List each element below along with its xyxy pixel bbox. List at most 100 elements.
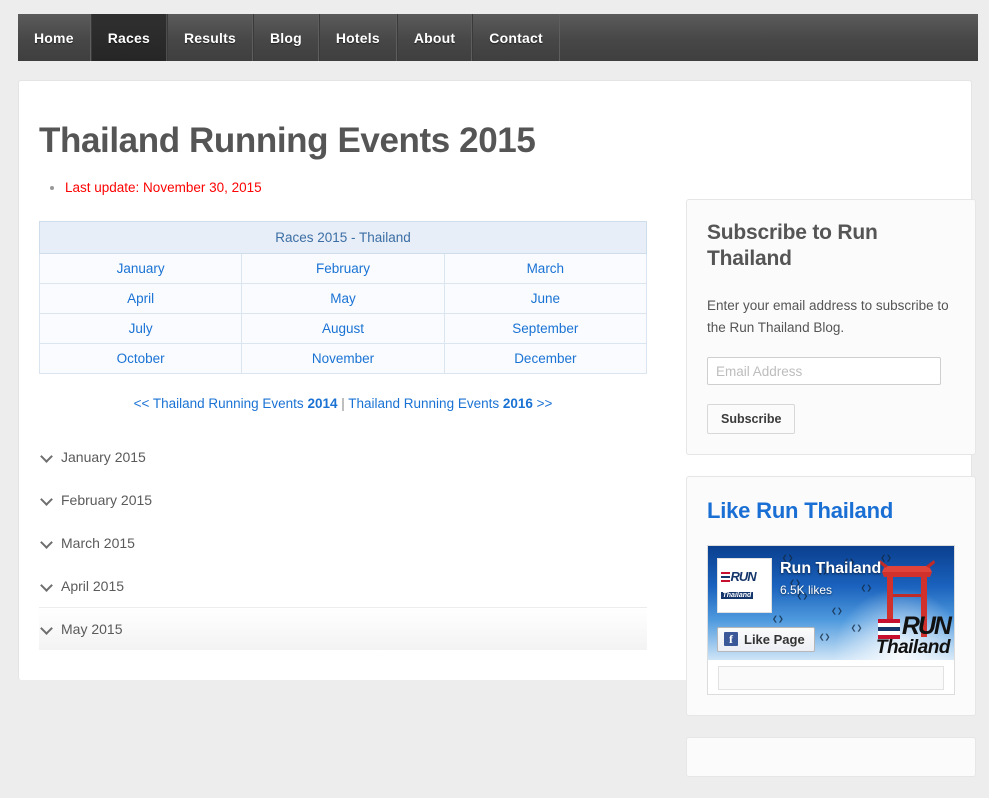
- accordion-label: February 2015: [61, 492, 153, 509]
- month-link-august[interactable]: August: [241, 313, 445, 345]
- watermark-thailand-text: Thailand: [875, 637, 951, 659]
- facebook-page-name: Run Thailand: [780, 559, 882, 577]
- chevron-down-icon: [39, 578, 55, 594]
- month-link-july[interactable]: July: [38, 313, 243, 345]
- prev-year-prefix: << Thailand Running Events: [133, 396, 308, 412]
- nav-item-home[interactable]: Home: [18, 14, 91, 61]
- facebook-page-avatar: RUN Thailand: [717, 557, 772, 613]
- content-card: Thailand Running Events 2015 Last update…: [18, 80, 976, 777]
- accordion-item-april[interactable]: April 2015: [39, 564, 647, 607]
- page-title: Thailand Running Events 2015: [39, 121, 536, 160]
- races-month-table: Races 2015 - Thailand January February M…: [38, 221, 648, 375]
- next-year-link[interactable]: Thailand Running Events 2016 >>: [348, 396, 552, 411]
- nav-label: Results: [183, 29, 236, 46]
- sidebar-widget-partial: [686, 736, 976, 777]
- table-head: Races 2015 - Thailand: [39, 221, 647, 255]
- facebook-cover-photo: ❮❯ ❮❯ ❮❯ ❮❯ ❮❯ ❮❯ ❮❯ ❮❯ ❮❯ ❮❯ ❮❯ ❮❯: [708, 545, 954, 660]
- chevron-down-icon: [39, 492, 55, 508]
- accordion-item-january[interactable]: January 2015: [39, 435, 647, 478]
- nav-item-results[interactable]: Results: [166, 14, 253, 61]
- nav-item-races[interactable]: Races: [90, 14, 167, 61]
- last-update-text: Last update: November 30, 2015: [65, 180, 262, 196]
- bird-icon: ❮❯: [818, 634, 831, 642]
- run-thailand-logo: RUN Thailand: [720, 569, 769, 601]
- like-page-label: Like Page: [744, 631, 805, 647]
- next-year-value: 2016: [502, 396, 533, 412]
- bird-icon: ❮❯: [850, 625, 863, 633]
- table-body: January February March April May June Ju…: [38, 253, 648, 375]
- year-nav-separator: |: [337, 396, 349, 412]
- accordion-label: April 2015: [61, 578, 125, 595]
- table-caption: Races 2015 - Thailand: [39, 221, 647, 255]
- month-link-february[interactable]: February: [241, 253, 445, 285]
- table-row: April May June: [38, 283, 648, 315]
- watermark-run-text: RUN: [901, 611, 952, 640]
- main-content-column: Thailand Running Events 2015 Last update…: [38, 121, 667, 651]
- month-link-june[interactable]: June: [443, 283, 648, 315]
- facebook-widget-title: Like Run Thailand: [707, 498, 894, 524]
- accordion-label: May 2015: [61, 621, 123, 638]
- month-link-november[interactable]: November: [241, 343, 445, 375]
- table-row: January February March: [38, 253, 648, 285]
- month-link-december[interactable]: December: [443, 343, 648, 375]
- bird-icon: ❮❯: [880, 554, 892, 562]
- email-field[interactable]: [707, 357, 941, 386]
- next-year-prefix: Thailand Running Events: [348, 396, 503, 412]
- chevron-down-icon: [39, 449, 55, 465]
- last-update-list: Last update: November 30, 2015: [39, 179, 667, 197]
- nav-label: Contact: [489, 29, 543, 46]
- subscribe-widget-description: Enter your email address to subscribe to…: [707, 297, 949, 335]
- month-link-september[interactable]: September: [443, 313, 648, 345]
- nav-label: Blog: [269, 29, 302, 46]
- nav-item-hotels[interactable]: Hotels: [318, 14, 397, 61]
- table-row: July August September: [38, 313, 648, 345]
- subscribe-widget: Subscribe to Run Thailand Enter your ema…: [686, 199, 976, 456]
- thai-flag-icon: [720, 571, 730, 582]
- facebook-widget: Like Run Thailand ❮❯ ❮❯ ❮❯ ❮❯ ❮❯ ❮❯ ❮❯ ❮…: [686, 476, 976, 716]
- nav-label: Home: [34, 29, 74, 46]
- facebook-like-page-button[interactable]: f Like Page: [717, 626, 815, 652]
- nav-label: About: [413, 29, 456, 46]
- top-navigation-bar: Home Races Results Blog Hotels About Con…: [18, 14, 978, 61]
- subscribe-widget-title: Subscribe to Run Thailand: [707, 221, 878, 271]
- next-year-suffix: >>: [532, 396, 553, 412]
- accordion-item-march[interactable]: March 2015: [39, 521, 647, 564]
- nav-item-contact[interactable]: Contact: [472, 14, 560, 61]
- bird-icon: ❮❯: [771, 616, 784, 624]
- logo-run-text: RUN: [730, 569, 757, 585]
- bird-icon: ❮❯: [860, 585, 873, 593]
- bird-icon: ❮❯: [831, 608, 843, 616]
- cover-watermark-logo: RUN Thailand: [875, 611, 952, 659]
- facebook-like-count: 6.5K likes: [780, 582, 833, 597]
- chevron-down-icon: [39, 535, 55, 551]
- list-item: Last update: November 30, 2015: [65, 179, 667, 197]
- nav-label: Races: [107, 29, 150, 46]
- prev-year-link[interactable]: << Thailand Running Events 2014: [134, 396, 338, 411]
- nav-item-about[interactable]: About: [396, 14, 473, 61]
- facebook-page-embed: ❮❯ ❮❯ ❮❯ ❮❯ ❮❯ ❮❯ ❮❯ ❮❯ ❮❯ ❮❯ ❮❯ ❮❯: [707, 544, 955, 695]
- logo-thailand-text: Thailand: [720, 592, 754, 600]
- table-header-row: Races 2015 - Thailand: [39, 221, 647, 255]
- accordion-label: January 2015: [61, 449, 146, 466]
- year-navigation: << Thailand Running Events 2014 | Thaila…: [39, 396, 647, 411]
- nav-label: Hotels: [335, 29, 380, 46]
- month-accordion: January 2015 February 2015 March 2015 Ap…: [39, 435, 647, 651]
- sidebar: Subscribe to Run Thailand Enter your ema…: [686, 199, 976, 798]
- month-link-october[interactable]: October: [38, 343, 243, 375]
- nav-item-blog[interactable]: Blog: [252, 14, 319, 61]
- month-link-may[interactable]: May: [241, 283, 445, 315]
- facebook-embed-inner-panel: [718, 665, 944, 690]
- chevron-down-icon: [39, 621, 55, 637]
- month-link-march[interactable]: March: [443, 253, 648, 285]
- facebook-embed-body: [708, 665, 954, 694]
- accordion-item-february[interactable]: February 2015: [39, 478, 647, 521]
- accordion-item-may[interactable]: May 2015: [39, 607, 647, 651]
- facebook-icon: f: [724, 632, 738, 647]
- accordion-label: March 2015: [61, 535, 135, 552]
- thai-flag-icon: [877, 619, 900, 640]
- table-row: October November December: [38, 343, 648, 375]
- subscribe-button[interactable]: Subscribe: [707, 404, 796, 435]
- month-link-april[interactable]: April: [38, 283, 243, 315]
- month-link-january[interactable]: January: [38, 253, 243, 285]
- prev-year-value: 2014: [307, 396, 338, 412]
